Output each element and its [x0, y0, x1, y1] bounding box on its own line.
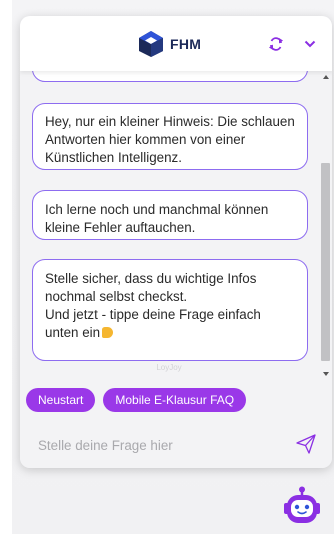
collapse-button[interactable] — [300, 34, 320, 54]
quick-reply-faq[interactable]: Mobile E-Klausur FAQ — [103, 388, 247, 412]
message-bubble: Stelle sicher, dass du wichtige Infos no… — [32, 259, 308, 361]
brand-name: FHM — [170, 36, 202, 52]
chat-window: FHM Hey, nur ein kleiner Hinweis: Die sc… — [20, 16, 332, 468]
message-scrollbar[interactable] — [319, 71, 332, 383]
message-bubble: Hey, nur ein kleiner Hinweis: Die schlau… — [32, 103, 308, 170]
quick-replies: Neustart Mobile E-Klausur FAQ — [26, 388, 247, 412]
message-bubble-partial — [32, 71, 308, 82]
scroll-up-arrow-icon[interactable] — [323, 75, 329, 79]
message-input[interactable] — [38, 435, 278, 455]
message-list[interactable]: Hey, nur ein kleiner Hinweis: Die schlau… — [20, 71, 318, 383]
brand: FHM — [138, 29, 201, 59]
chevron-down-icon — [304, 40, 316, 48]
scrollbar-thumb[interactable] — [321, 163, 330, 361]
refresh-button[interactable] — [266, 34, 286, 54]
chatbot-launcher-button[interactable] — [283, 486, 321, 526]
message-bubble: Ich lerne noch und manchmal können klein… — [32, 190, 308, 240]
refresh-icon — [269, 37, 283, 51]
message-line: Stelle sicher, dass du wichtige Infos no… — [45, 271, 257, 304]
scroll-down-arrow-icon[interactable] — [323, 372, 329, 376]
paper-plane-icon — [296, 434, 316, 454]
message-line: Und jetzt - tippe deine Frage einfach un… — [45, 307, 261, 340]
powered-by-label: LoyJoy — [156, 363, 182, 372]
fhm-logo-icon — [139, 31, 163, 57]
send-button[interactable] — [295, 433, 317, 455]
input-bar — [20, 421, 332, 468]
chat-header: FHM — [20, 16, 332, 71]
pointing-hand-emoji-icon — [102, 327, 114, 338]
quick-reply-neustart[interactable]: Neustart — [26, 388, 96, 412]
chatbot-avatar-icon — [284, 486, 320, 523]
